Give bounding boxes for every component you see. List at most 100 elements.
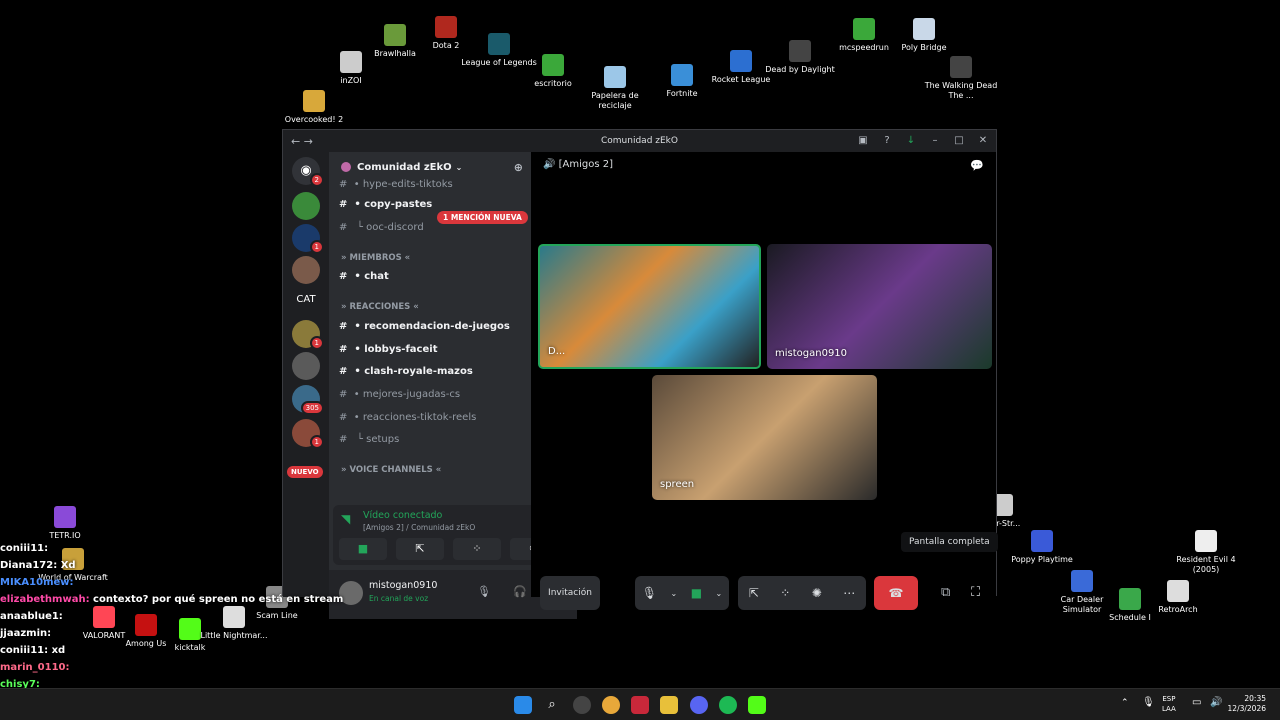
soundboard-icon[interactable]: ✺ <box>812 586 822 600</box>
server-icon[interactable]: 1 <box>292 320 324 350</box>
settings-icon[interactable] <box>573 696 591 714</box>
invite-button[interactable]: Invitación <box>540 576 600 610</box>
channel-item[interactable]: # • lobbys-faceit <box>339 344 437 355</box>
channel-item[interactable]: # • hype-edits-tiktoks <box>339 179 453 190</box>
guild-header[interactable]: Comunidad zEkO ⌄ ⊕ <box>329 152 531 182</box>
screen-share-icon[interactable]: ⇱ <box>749 586 759 600</box>
chevron-up-icon[interactable]: ⌃ <box>1121 698 1129 708</box>
inzoi-icon <box>340 51 362 73</box>
chat-message: jjaazmin: <box>0 625 300 642</box>
shortcut-label: inZOI <box>340 76 362 85</box>
channel-item[interactable]: # • recomendacion-de-juegos <box>339 321 510 332</box>
chat-username: MIKA10mew: <box>0 577 74 588</box>
mention-pill[interactable]: 1 MENCIÓN NUEVA <box>437 211 528 224</box>
chrome-icon[interactable] <box>602 696 620 714</box>
search-icon[interactable]: ⌕ <box>543 696 561 714</box>
discord-home-icon[interactable]: ◉ 2 <box>292 157 324 187</box>
chat-username: jjaazmin: <box>0 628 52 639</box>
desktop-shortcut[interactable]: The Walking Dead The ... <box>923 56 999 101</box>
voice-location[interactable]: [Amigos 2] / Comunidad zEkO <box>363 523 475 532</box>
discord-icon[interactable] <box>690 696 708 714</box>
server-icon-zeko[interactable]: 1 <box>292 224 324 254</box>
desktop-shortcut[interactable]: RetroArch <box>1140 580 1216 615</box>
clock[interactable]: 20:35 12/3/2026 <box>1226 694 1266 714</box>
desktop-shortcut[interactable]: inZOI <box>313 51 389 86</box>
desktop-shortcut[interactable]: Poly Bridge <box>886 18 962 53</box>
microphone-icon[interactable]: 🎙 <box>1142 697 1155 708</box>
tree-icon <box>853 18 875 40</box>
channel-item[interactable]: # • mejores-jugadas-cs <box>339 389 460 400</box>
channel-item[interactable]: # └ ooc-discord <box>339 222 424 233</box>
add-member-icon[interactable]: ⊕ <box>514 161 523 174</box>
guild-icon <box>341 162 351 172</box>
chat-username: coniii11: <box>0 645 49 656</box>
maximize-button[interactable]: □ <box>950 133 968 148</box>
volume-icon[interactable]: 🔊 <box>1210 697 1222 708</box>
popout-icon[interactable]: ⧉ <box>941 585 950 600</box>
server-icon[interactable] <box>292 352 320 380</box>
shortcut-label: Poly Bridge <box>901 43 947 52</box>
chevron-down-icon[interactable]: ⌄ <box>670 589 677 598</box>
chat-message: anaablue1: <box>0 608 300 625</box>
screen-share-button[interactable]: ⇱ <box>396 538 444 560</box>
channel-item[interactable]: # • reacciones-tiktok-reels <box>339 412 476 423</box>
desktop-shortcut[interactable]: Resident Evil 4 (2005) <box>1168 530 1244 575</box>
chat-text: Xd <box>57 560 76 571</box>
more-icon[interactable]: ⋯ <box>843 586 855 600</box>
chat-message: coniii11: xd <box>0 642 300 659</box>
kick-icon[interactable] <box>748 696 766 714</box>
video-tile[interactable]: D... <box>538 244 761 369</box>
video-tile[interactable]: mistogan0910 <box>767 244 992 369</box>
username[interactable]: mistogan0910 <box>369 580 437 591</box>
chat-message: MIKA10mew: <box>0 574 300 591</box>
video-tile[interactable]: spreen <box>652 375 877 500</box>
new-pill[interactable]: NUEVO <box>287 466 323 478</box>
fullscreen-icon[interactable]: ⛶ <box>971 585 980 600</box>
help-icon[interactable]: ? <box>878 133 896 148</box>
windows-start-icon[interactable] <box>514 696 532 714</box>
category-header[interactable]: » MIEMBROS « <box>341 253 410 263</box>
close-button[interactable]: ✕ <box>974 133 992 148</box>
server-icon[interactable]: 305 <box>292 385 324 415</box>
app-icon[interactable] <box>631 696 649 714</box>
activities-button[interactable]: ⁘ <box>453 538 501 560</box>
channel-item[interactable]: # • chat <box>339 271 389 282</box>
chat-bubble-icon[interactable]: 💬 <box>970 159 984 172</box>
server-folder-label[interactable]: CAT <box>283 294 329 305</box>
server-icon-frog[interactable] <box>292 192 320 220</box>
camera-icon[interactable]: ■ <box>691 586 702 600</box>
leave-call-button[interactable]: ☎ <box>874 576 918 610</box>
channel-item[interactable]: # └ setups <box>339 434 399 445</box>
file-explorer-icon[interactable] <box>660 696 678 714</box>
desktop-shortcut[interactable]: Poppy Playtime <box>1004 530 1080 565</box>
channel-item[interactable]: # • copy-pastes <box>339 199 432 210</box>
voice-status[interactable]: Vídeo conectado <box>363 510 442 521</box>
microphone-icon[interactable]: 🎙 <box>642 586 657 600</box>
fortnite-icon <box>671 64 693 86</box>
microphone-icon[interactable]: 🎙 <box>477 585 491 598</box>
signal-icon[interactable]: ◥ <box>341 512 350 526</box>
inbox-icon[interactable]: ▣ <box>854 133 872 148</box>
chat-text: xd <box>48 645 66 656</box>
spotify-icon[interactable] <box>719 696 737 714</box>
category-header[interactable]: » VOICE CHANNELS « <box>341 465 441 475</box>
chat-username: anaablue1: <box>0 611 63 622</box>
network-icon[interactable]: ▭ <box>1192 697 1201 708</box>
brawlhalla-icon <box>384 24 406 46</box>
desktop-shortcut[interactable]: TETR.IO <box>27 506 103 541</box>
activities-icon[interactable]: ⁘ <box>780 586 790 600</box>
download-icon[interactable]: ↓ <box>902 133 920 148</box>
desktop-shortcut[interactable]: Overcooked! 2 <box>276 90 352 125</box>
language-indicator[interactable]: ESP LAA <box>1162 694 1176 714</box>
twd-icon <box>950 56 972 78</box>
camera-button[interactable]: ■ <box>339 538 387 560</box>
category-header[interactable]: » REACCIONES « <box>341 302 419 312</box>
chevron-down-icon[interactable]: ⌄ <box>716 589 723 598</box>
desktop-shortcut[interactable]: Papelera de reciclaje <box>577 66 653 111</box>
server-icon[interactable] <box>292 256 320 284</box>
minimize-button[interactable]: – <box>926 133 944 148</box>
tooltip-fullscreen: Pantalla completa <box>901 532 998 552</box>
headphones-icon[interactable]: 🎧 <box>513 585 527 598</box>
server-icon[interactable]: 1 <box>292 419 324 449</box>
channel-item[interactable]: # • clash-royale-mazos <box>339 366 473 377</box>
